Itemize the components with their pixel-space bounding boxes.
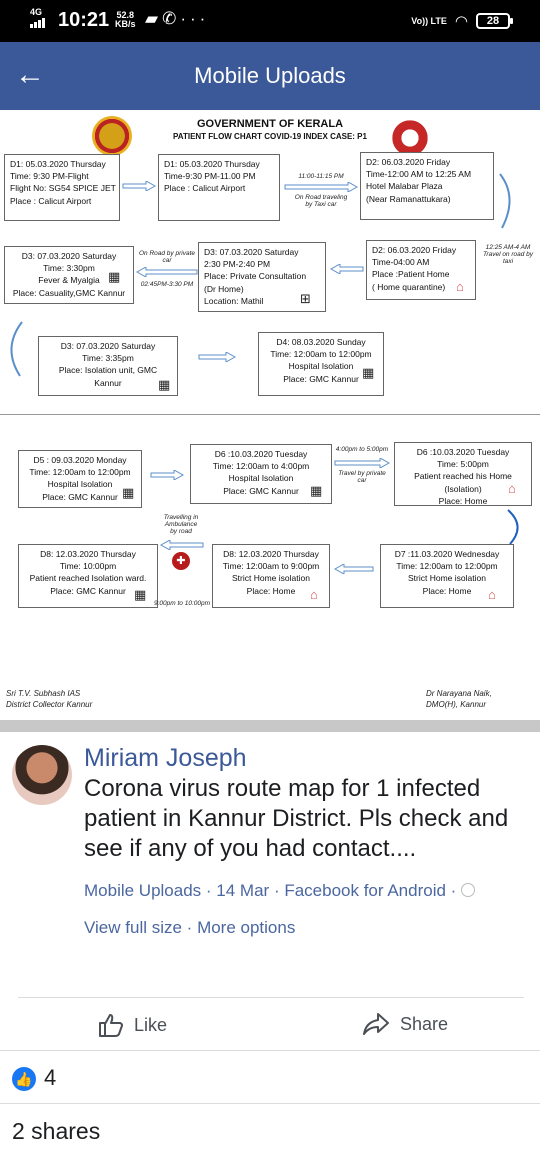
share-arrow-icon: [363, 1013, 389, 1035]
flow-arrow-left: [330, 264, 364, 274]
like-reaction-icon[interactable]: 👍: [12, 1067, 36, 1091]
divider: [0, 1050, 540, 1051]
clock: 10:21: [58, 9, 110, 31]
flow-arrow: [150, 470, 184, 480]
travel-time-note: 4:00pm to 5:00pm: [335, 446, 389, 453]
travel-mode-note: Travel by private car: [338, 470, 386, 484]
share-button[interactable]: Share: [362, 1012, 448, 1036]
travel-time-note: 9:00pm to 10:00pm: [154, 600, 211, 607]
document-subtitle: PATIENT FLOW CHART COVID-19 INDEX CASE: …: [173, 132, 367, 141]
travel-mode-note: On Road by private car: [138, 250, 195, 264]
shares-count[interactable]: 2 shares: [12, 1118, 100, 1145]
wifi-icon: ◠: [454, 13, 468, 30]
divider: [0, 414, 540, 415]
flow-box-d3-isolation: D3: 07.03.2020 Saturday Time: 3:35pm Pla…: [38, 336, 178, 396]
share-label: Share: [400, 1013, 449, 1034]
avatar[interactable]: [12, 745, 72, 805]
home-icon: ⌂: [488, 587, 496, 602]
flow-box-d1-airport: D1: 05.03.2020 Thursday Time-9:30 PM-11.…: [158, 154, 280, 221]
more-options-link[interactable]: More options: [197, 918, 295, 937]
volte-indicator: Vo)) LTE: [411, 15, 447, 26]
page-title: Mobile Uploads: [194, 63, 346, 88]
flow-arrow-left: [136, 267, 198, 277]
ambulance-icon: ✚: [172, 552, 190, 570]
divider: [18, 997, 524, 998]
travel-time-note: 02:45PM-3:30 PM: [140, 281, 194, 288]
flow-arrow-left: [160, 540, 204, 550]
gallery-icon: ▰: [145, 9, 163, 28]
flow-curve-arrow: [506, 508, 526, 548]
signature-left: Sri T.V. Subhash IAS District Collector …: [6, 689, 93, 709]
app-bar: ← Mobile Uploads: [0, 42, 540, 110]
album-link[interactable]: Mobile Uploads: [84, 881, 201, 900]
author-name[interactable]: Miriam Joseph: [84, 744, 247, 773]
view-full-size-link[interactable]: View full size: [84, 918, 182, 937]
travel-mode-note: Travelling in Ambulance by road: [163, 514, 199, 535]
travel-mode-note: On Road traveling by Taxi car: [294, 194, 348, 208]
flow-arrow-left: [334, 564, 374, 574]
flow-arrow: [198, 352, 236, 362]
status-bar: 4G 10:21 52.8 KB/s ▰✆··· Vo)) LTE ◠ 28: [0, 0, 540, 42]
battery-icon: 28: [476, 13, 513, 29]
document-title: GOVERNMENT OF KERALA: [196, 118, 344, 130]
app-source: Facebook for Android: [284, 881, 446, 900]
flow-box-d2-hotel: D2: 06.03.2020 Friday Time-12:00 AM to 1…: [360, 152, 494, 220]
flow-box-d1-flight: D1: 05.03.2020 Thursday Time: 9:30 PM-Fl…: [4, 154, 120, 221]
flow-arrow: [122, 181, 156, 191]
thumbs-up-icon: [99, 1014, 123, 1037]
divider: [0, 1103, 540, 1104]
whatsapp-icon: ✆: [162, 9, 181, 28]
signature-right: Dr Narayana Naik, DMO(H), Kannur: [426, 689, 492, 709]
signal-icon: [30, 18, 48, 28]
uploaded-photo[interactable]: GOVERNMENT OF KERALA PATIENT FLOW CHART …: [0, 110, 540, 720]
flow-curve-arrow: [2, 320, 26, 380]
flow-curve-arrow: [496, 172, 520, 232]
more-icon: ···: [180, 9, 210, 28]
like-count[interactable]: 4: [44, 1065, 56, 1091]
photo-options: View full size · More options: [84, 918, 296, 937]
flow-arrow: [334, 458, 390, 468]
network-speed: 52.8 KB/s: [115, 10, 136, 29]
travel-time-note: 12:25 AM-4 AM Travel on road by taxi: [482, 244, 534, 265]
like-button[interactable]: Like: [98, 1012, 167, 1038]
flow-arrow: [284, 182, 358, 192]
notification-icons: ▰✆···: [145, 9, 209, 29]
post-caption: Corona virus route map for 1 infected pa…: [84, 775, 509, 862]
post-meta: Mobile Uploads · 14 Mar · Facebook for A…: [84, 881, 476, 901]
globe-icon: [461, 883, 476, 897]
photo-divider: [0, 720, 540, 732]
travel-time-note: 11:00-11:15 PM: [298, 173, 344, 180]
post-date[interactable]: 14 Mar: [216, 881, 269, 900]
like-label: Like: [134, 1014, 168, 1035]
network-type: 4G: [30, 7, 43, 17]
